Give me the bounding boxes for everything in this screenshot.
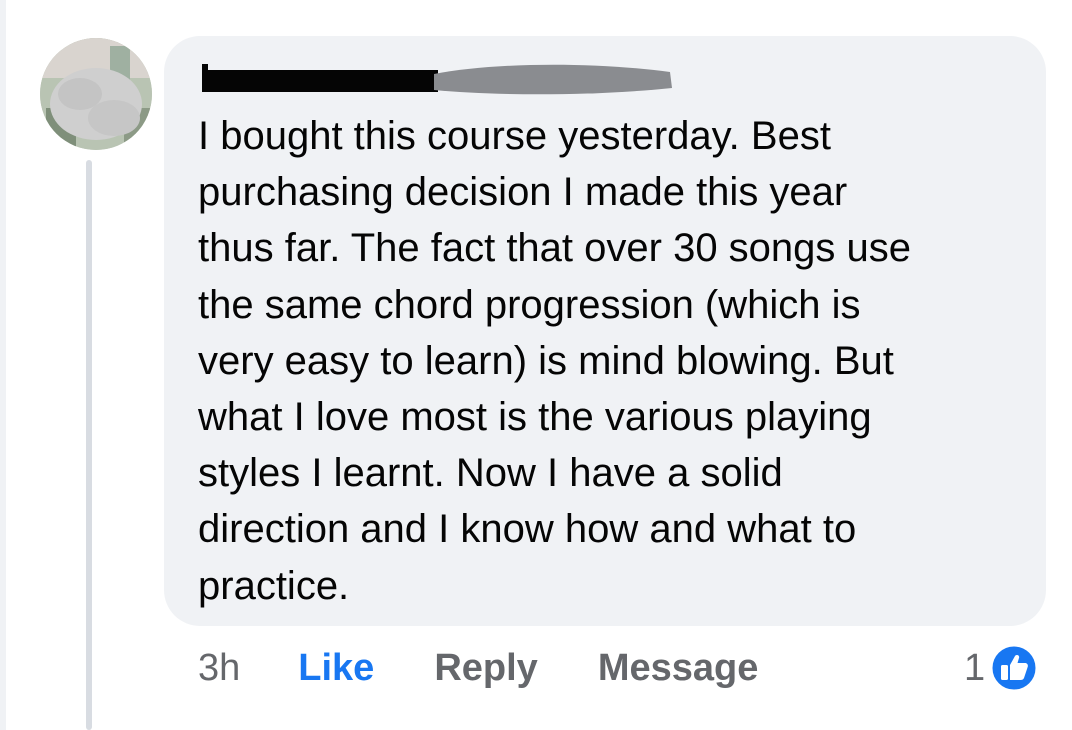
timestamp[interactable]: 3h bbox=[198, 647, 240, 690]
comment-line: styles I learnt. Now I have a solid bbox=[198, 451, 783, 496]
comment-line: what I love most is the various playing bbox=[198, 395, 872, 440]
comment-line: purchasing decision I made this year bbox=[198, 170, 848, 215]
comment-line: the same chord progression (which is bbox=[198, 282, 861, 327]
comment-text: I bought this course yesterday. Best pur… bbox=[198, 108, 1028, 614]
like-button[interactable]: Like bbox=[298, 647, 374, 690]
reaction-summary[interactable]: 1 bbox=[964, 642, 1039, 694]
avatar[interactable] bbox=[40, 38, 152, 150]
comment-actions: 3h Like Reply Message bbox=[198, 640, 818, 696]
comment-line: I bought this course yesterday. Best bbox=[198, 114, 831, 158]
comment-line: practice. bbox=[198, 563, 350, 608]
avatar-image bbox=[40, 38, 152, 150]
page-edge bbox=[0, 0, 6, 730]
reaction-count: 1 bbox=[964, 646, 986, 689]
comment-line: very easy to learn) is mind blowing. But bbox=[198, 338, 894, 383]
thumbs-up-icon bbox=[989, 643, 1039, 693]
comment-line: direction and I know how and what to bbox=[198, 507, 857, 552]
message-button[interactable]: Message bbox=[598, 647, 759, 690]
comment-line: thus far. The fact that over 30 songs us… bbox=[198, 226, 912, 271]
thread-line bbox=[86, 160, 92, 730]
reply-button[interactable]: Reply bbox=[434, 647, 537, 690]
redaction-mark bbox=[196, 60, 676, 100]
